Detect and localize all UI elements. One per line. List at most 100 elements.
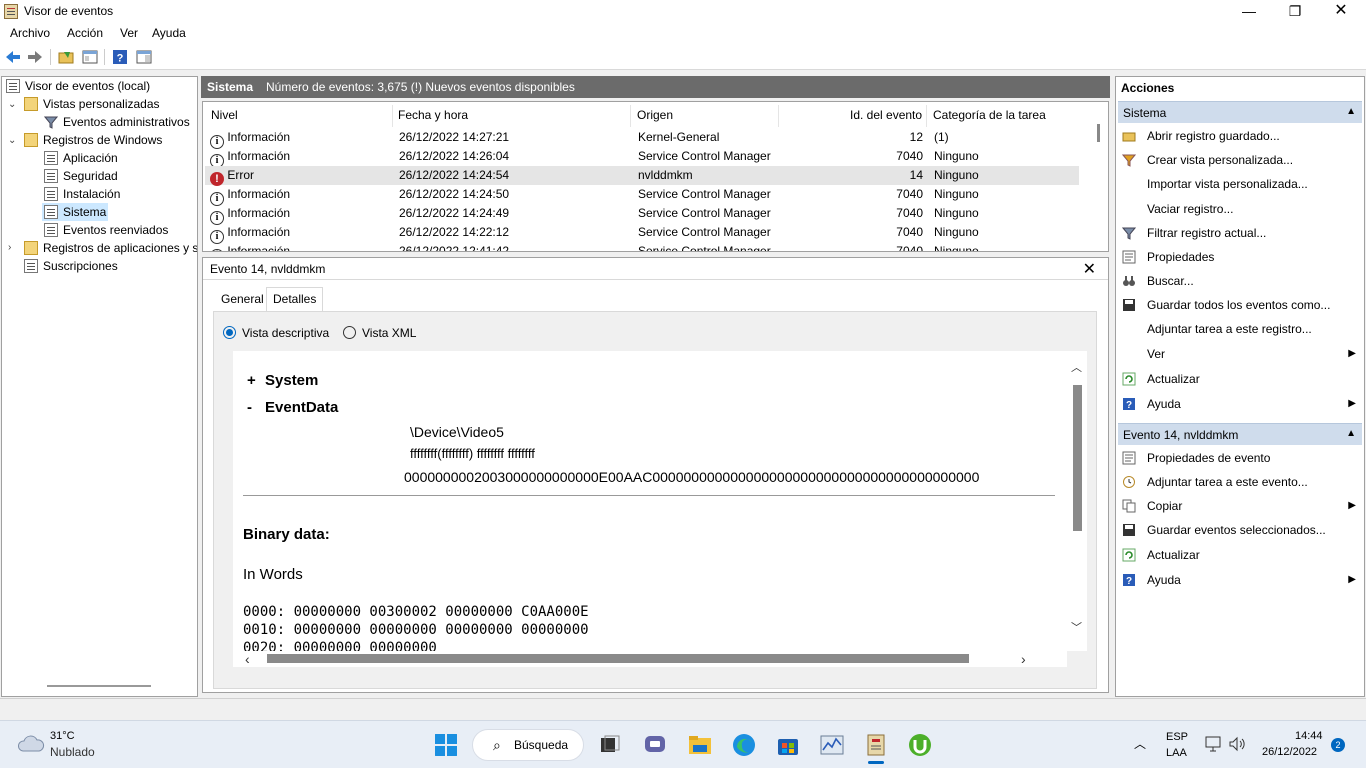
action-clear-log[interactable]: Vaciar registro... [1122,199,1358,219]
tree-item-app-service-logs[interactable]: Registros de aplicaciones y s [24,239,197,257]
expand-system-toggle[interactable]: + [247,372,256,389]
section-system[interactable]: Sistema ▲ [1118,101,1362,123]
scroll-thumb[interactable] [1073,385,1082,531]
column-header-date[interactable]: Fecha y hora [398,108,468,122]
edge-browser-icon[interactable] [732,733,756,757]
menu-ver[interactable]: Ver [120,26,138,40]
tree-item-custom-views[interactable]: Vistas personalizadas [24,95,160,113]
close-detail-icon[interactable]: ✕ [1083,259,1096,279]
windows-start-icon[interactable] [434,733,458,757]
scroll-thumb[interactable] [267,654,969,663]
scroll-up-icon[interactable]: ︿ [1071,359,1082,375]
action-help[interactable]: ? Ayuda ▶ [1122,570,1358,590]
action-attach-task-event[interactable]: Adjuntar tarea a este evento... [1122,472,1358,492]
action-attach-task-log[interactable]: Adjuntar tarea a este registro... [1122,319,1358,339]
action-help[interactable]: ? Ayuda ▶ [1122,394,1358,414]
chevron-right-icon[interactable]: › [8,242,11,253]
minimize-button[interactable]: — [1226,0,1272,23]
detail-vertical-scrollbar[interactable]: ︿ ﹀ [1067,351,1087,651]
action-properties[interactable]: Propiedades [1122,247,1358,267]
help-icon[interactable]: ? [112,49,128,65]
back-arrow-icon[interactable] [5,49,21,65]
menu-accion[interactable]: Acción [67,26,103,40]
column-header-category[interactable]: Categoría de la tarea [933,108,1046,122]
language-top[interactable]: ESP [1166,731,1188,743]
clock-date[interactable]: 26/12/2022 [1262,746,1317,758]
collapse-icon[interactable]: ▲ [1346,106,1356,117]
open-folder-icon[interactable] [58,49,74,65]
event-list-scrollbar[interactable] [1097,124,1100,142]
action-find[interactable]: Buscar... [1122,271,1358,291]
tree-horizontal-scrollbar[interactable] [47,685,151,687]
chevron-down-icon[interactable]: ⌄ [8,99,16,110]
event-row[interactable]: i Información 26/12/2022 14:24:49 Servic… [205,204,1079,225]
action-view[interactable]: Ver ▶ [1122,344,1358,364]
weather-desc[interactable]: Nublado [50,745,95,759]
action-import-custom-view[interactable]: Importar vista personalizada... [1122,174,1358,194]
action-copy[interactable]: Copiar ▶ [1122,496,1358,516]
tree-item-setup[interactable]: Instalación [44,185,120,203]
action-event-properties[interactable]: Propiedades de evento [1122,448,1358,468]
event-id: 7040 [896,187,923,201]
column-header-event-id[interactable]: Id. del evento [850,108,922,122]
chevron-down-icon[interactable]: ⌄ [8,135,16,146]
forward-arrow-icon[interactable] [27,49,43,65]
menu-ayuda[interactable]: Ayuda [152,26,186,40]
volume-icon[interactable] [1228,736,1246,752]
network-icon[interactable] [1204,736,1222,752]
event-row[interactable]: i Información 26/12/2022 14:22:12 Servic… [205,223,1079,244]
language-bottom[interactable]: LAA [1166,747,1187,759]
maximize-button[interactable]: ❐ [1272,0,1318,23]
event-row[interactable]: i Información 26/12/2022 14:26:04 Servic… [205,147,1079,168]
task-view-icon[interactable] [598,733,622,757]
weather-temp[interactable]: 31°C [50,730,75,742]
properties-panel-icon[interactable] [82,49,98,65]
tree-item-forwarded-events[interactable]: Eventos reenviados [44,221,168,239]
taskbar-search[interactable]: ⌕ Búsqueda [472,729,584,761]
chevron-up-icon[interactable]: ︿ [1134,735,1146,752]
scroll-left-icon[interactable]: ‹ [245,651,250,667]
tree-item-subscriptions[interactable]: Suscripciones [24,257,118,275]
performance-monitor-icon[interactable] [820,733,844,757]
event-row[interactable]: i Información 26/12/2022 14:24:50 Servic… [205,185,1079,206]
file-explorer-icon[interactable] [688,733,712,757]
action-save-all-events[interactable]: Guardar todos los eventos como... [1122,295,1358,315]
action-open-saved-log[interactable]: Abrir registro guardado... [1122,126,1358,146]
notification-badge[interactable]: 2 [1331,738,1345,752]
action-refresh[interactable]: Actualizar [1122,545,1358,565]
tree-item-windows-logs[interactable]: Registros de Windows [24,131,162,149]
utorrent-icon[interactable] [908,733,932,757]
radio-descriptive-view[interactable]: Vista descriptiva [223,326,329,340]
section-event[interactable]: Evento 14, nvlddmkm ▲ [1118,423,1362,445]
column-header-source[interactable]: Origen [637,108,673,122]
event-viewer-taskbar-icon[interactable] [864,733,888,757]
tree-item-application[interactable]: Aplicación [44,149,118,167]
tree-item-system[interactable]: Sistema [42,203,109,221]
action-create-custom-view[interactable]: Crear vista personalizada... [1122,150,1358,170]
menu-archivo[interactable]: Archivo [10,26,50,40]
event-row[interactable]: i Información 26/12/2022 14:27:21 Kernel… [205,128,1079,149]
teams-chat-icon[interactable] [643,733,667,757]
tab-details[interactable]: Detalles [266,287,324,311]
scroll-down-icon[interactable]: ﹀ [1071,619,1082,635]
column-header-level[interactable]: Nivel [211,108,238,122]
event-row-selected[interactable]: ! Error 26/12/2022 14:24:54 nvlddmkm 14 … [205,166,1079,186]
action-refresh[interactable]: Actualizar [1122,369,1358,389]
radio-xml-view[interactable]: Vista XML [343,326,416,340]
microsoft-store-icon[interactable] [776,733,800,757]
detail-horizontal-scrollbar[interactable]: ‹ › [233,651,1067,667]
action-filter-log[interactable]: Filtrar registro actual... [1122,223,1358,243]
close-button[interactable]: ✕ [1318,0,1364,23]
collapse-eventdata-toggle[interactable]: - [247,399,252,416]
cloud-weather-icon[interactable] [17,733,45,755]
event-row[interactable]: i Información 26/12/2022 12:41:42 Servic… [205,242,1079,251]
collapse-icon[interactable]: ▲ [1346,428,1356,439]
clock-time[interactable]: 14:44 [1295,730,1323,742]
tree-item-security[interactable]: Seguridad [44,167,118,185]
tab-general[interactable]: General [215,288,270,310]
action-save-selected-events[interactable]: Guardar eventos seleccionados... [1122,520,1358,540]
tree-root-event-viewer[interactable]: Visor de eventos (local) [6,77,150,95]
scroll-right-icon[interactable]: › [1021,651,1026,667]
show-action-pane-icon[interactable] [136,49,152,65]
tree-item-administrative-events[interactable]: Eventos administrativos [44,113,190,131]
